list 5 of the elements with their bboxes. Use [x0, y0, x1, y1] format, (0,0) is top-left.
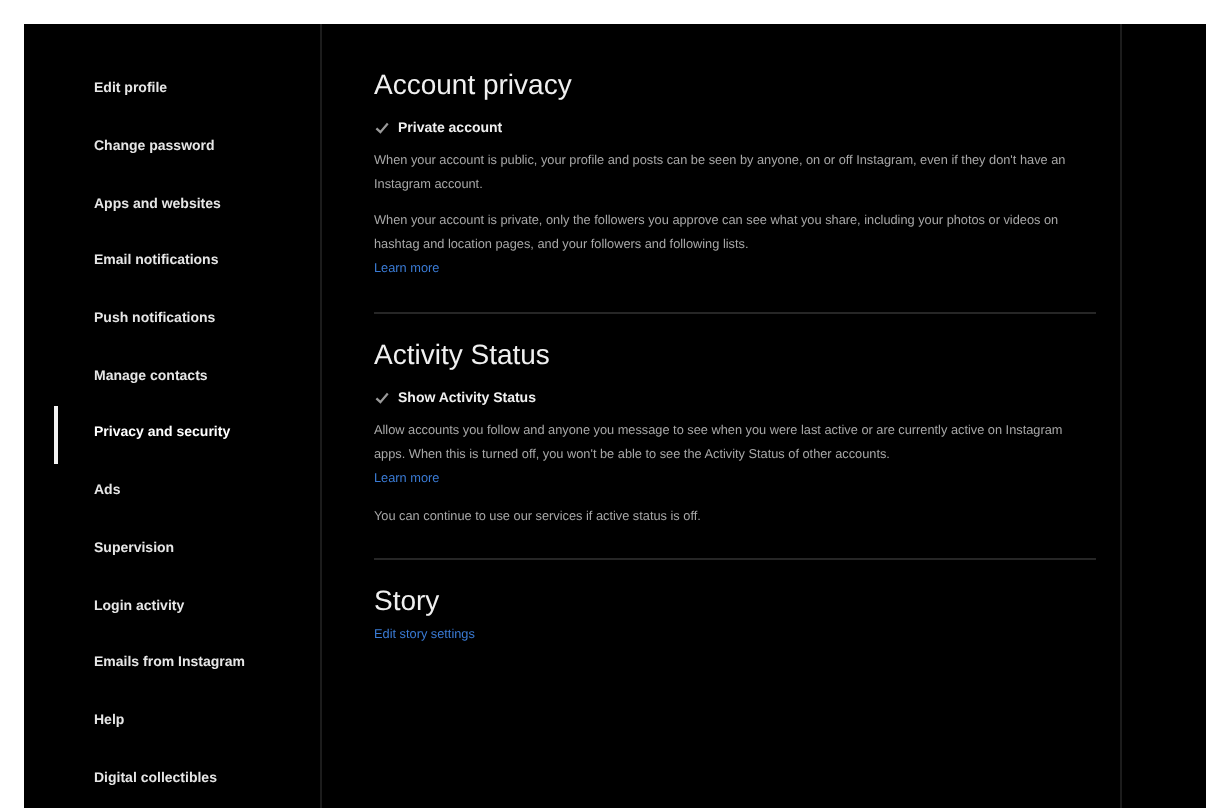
checkmark-icon: [374, 120, 390, 136]
section-heading: Story: [374, 584, 442, 616]
section-heading: Account privacy: [374, 68, 574, 100]
section-heading: Activity Status: [374, 338, 552, 370]
checkmark-icon: [374, 390, 390, 406]
